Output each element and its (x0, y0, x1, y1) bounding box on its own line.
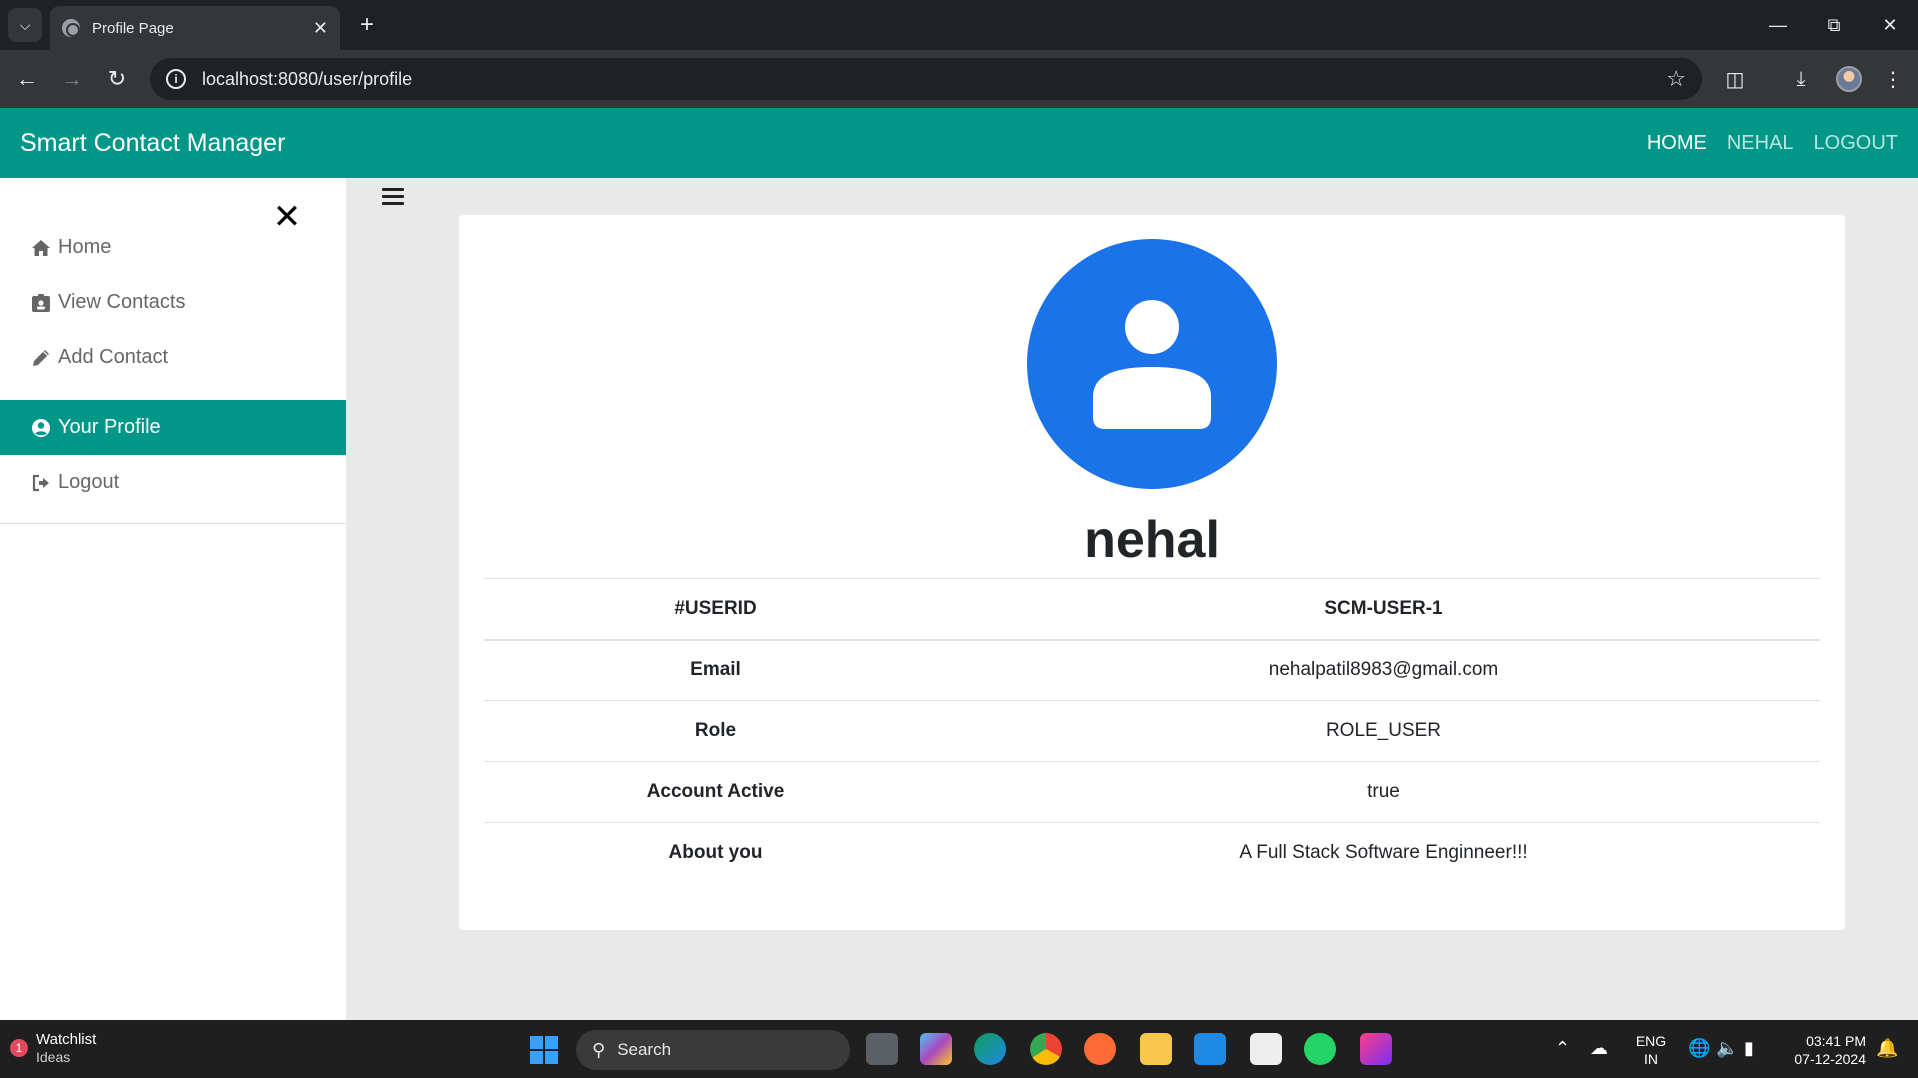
app-navbar: Smart Contact Manager HOME NEHAL LOGOUT (0, 108, 1918, 178)
bookmark-star-icon[interactable]: ☆ (1666, 66, 1686, 92)
network-icon[interactable]: 🌐 (1688, 1038, 1710, 1059)
table-row: Email nehalpatil8983@gmail.com (484, 639, 1820, 701)
sidebar-item-add-contact[interactable]: Add Contact (0, 330, 346, 385)
row-value-about: A Full Stack Software Enginneer!!! (947, 822, 1820, 884)
row-key-email: Email (484, 639, 947, 701)
address-bar[interactable]: i localhost:8080/user/profile ☆ (150, 58, 1702, 100)
postman-icon[interactable] (1084, 1033, 1116, 1065)
edge-icon[interactable] (974, 1033, 1006, 1065)
table-row: About you A Full Stack Software Enginnee… (484, 822, 1820, 884)
globe-icon (62, 19, 80, 37)
reload-icon[interactable]: ↻ (100, 62, 134, 96)
restore-icon[interactable]: ⧉ (1814, 8, 1854, 42)
row-key-account-active: Account Active (484, 761, 947, 823)
taskbar-search-label: Search (617, 1040, 672, 1059)
site-info-icon[interactable]: i (166, 69, 186, 89)
person-icon (1093, 300, 1211, 429)
language-top: ENG (1635, 1033, 1667, 1049)
pencil-icon (30, 347, 52, 369)
volume-icon[interactable]: 🔈 (1716, 1038, 1738, 1059)
store-icon[interactable] (1250, 1033, 1282, 1065)
chrome-icon[interactable] (1030, 1033, 1062, 1065)
browser-tab-bar: ⌵ Profile Page ✕ + — ⧉ ✕ (0, 0, 1918, 50)
tab-search-icon[interactable]: ⌵ (8, 8, 42, 42)
row-key-userid: #USERID (484, 578, 947, 641)
sidebar-item-view-contacts[interactable]: View Contacts (0, 275, 346, 330)
nav-links: HOME NEHAL LOGOUT (1647, 132, 1898, 155)
row-value-account-active: true (947, 761, 1820, 823)
sign-out-icon (30, 472, 52, 494)
intellij-icon[interactable] (1360, 1033, 1392, 1065)
sidebar-item-label: Home (58, 236, 112, 258)
profile-avatar-icon[interactable] (1836, 66, 1862, 92)
profile-picture (1027, 239, 1277, 489)
sidebar-item-label: Logout (58, 471, 120, 493)
row-value-email: nehalpatil8983@gmail.com (947, 639, 1820, 701)
whatsapp-icon[interactable] (1304, 1033, 1336, 1065)
profile-info-table: #USERID SCM-USER-1 Email nehalpatil8983@… (484, 578, 1820, 884)
tab-close-icon[interactable]: ✕ (313, 18, 328, 39)
row-value-userid: SCM-USER-1 (947, 578, 1820, 641)
sidebar-item-label: Add Contact (58, 346, 169, 368)
sidebar-item-label: View Contacts (58, 291, 186, 313)
sidebar-item-your-profile[interactable]: Your Profile (0, 400, 346, 455)
nav-link-home[interactable]: HOME (1647, 132, 1707, 155)
address-url[interactable]: localhost:8080/user/profile (202, 69, 1666, 90)
home-icon (30, 237, 52, 259)
sidebar-divider (0, 523, 346, 524)
sidebar: ✕ Home View Contacts Add Contact Your Pr… (0, 178, 346, 1020)
row-key-role: Role (484, 700, 947, 762)
task-view-icon[interactable] (866, 1033, 898, 1065)
file-explorer-icon[interactable] (1140, 1033, 1172, 1065)
windows-taskbar: 1 Watchlist Ideas ⚲ Search ⌃ ☁ ENG IN 🌐 … (0, 1020, 1918, 1078)
tab-title: Profile Page (92, 19, 174, 37)
id-card-icon (30, 292, 52, 314)
download-icon[interactable]: ⤓ (1784, 62, 1818, 96)
widget-title: Watchlist (36, 1031, 97, 1048)
row-key-about: About you (484, 822, 947, 884)
battery-icon[interactable]: ▮ (1744, 1038, 1754, 1059)
table-row: Role ROLE_USER (484, 700, 1820, 762)
row-value-role: ROLE_USER (947, 700, 1820, 762)
clock-time: 03:41 PM (1806, 1033, 1866, 1049)
clock-date: 07-12-2024 (1794, 1051, 1866, 1067)
copilot-icon[interactable] (920, 1033, 952, 1065)
extensions-icon[interactable]: ◫ (1718, 62, 1752, 96)
sidebar-item-home[interactable]: Home (0, 220, 346, 275)
nav-link-logout[interactable]: LOGOUT (1814, 132, 1898, 155)
profile-card: nehal #USERID SCM-USER-1 Email nehalpati… (459, 215, 1845, 930)
widgets-button[interactable]: 1 Watchlist Ideas (10, 1030, 96, 1065)
vscode-icon[interactable] (1194, 1033, 1226, 1065)
language-indicator[interactable]: ENG IN (1634, 1032, 1668, 1068)
language-bottom: IN (1644, 1051, 1658, 1067)
new-tab-icon[interactable]: + (352, 10, 382, 40)
brand-title[interactable]: Smart Contact Manager (20, 129, 1647, 158)
chevron-up-icon[interactable]: ⌃ (1555, 1038, 1570, 1059)
widget-badge: 1 (10, 1038, 28, 1057)
onedrive-icon[interactable]: ☁ (1590, 1038, 1608, 1059)
minimize-icon[interactable]: — (1758, 8, 1798, 42)
browser-tab[interactable]: Profile Page ✕ (50, 6, 340, 50)
profile-name: nehal (1084, 511, 1220, 569)
user-circle-icon (30, 417, 52, 439)
forward-icon[interactable]: → (55, 62, 89, 96)
search-icon: ⚲ (592, 1039, 606, 1060)
sidebar-item-label: Your Profile (58, 416, 161, 438)
browser-toolbar: ← → ↻ i localhost:8080/user/profile ☆ ◫ … (0, 50, 1918, 108)
hamburger-menu-icon[interactable] (382, 188, 404, 208)
table-row: #USERID SCM-USER-1 (484, 578, 1820, 641)
clock[interactable]: 03:41 PM 07-12-2024 (1786, 1032, 1866, 1068)
taskbar-search[interactable]: ⚲ Search (576, 1030, 850, 1070)
windows-start-icon[interactable] (530, 1036, 558, 1064)
back-icon[interactable]: ← (10, 62, 44, 96)
widget-subtitle: Ideas (36, 1049, 71, 1065)
window-close-icon[interactable]: ✕ (1870, 8, 1910, 42)
notification-bell-icon[interactable]: 🔔 (1876, 1038, 1898, 1059)
menu-kebab-icon[interactable]: ⋮ (1876, 62, 1910, 96)
sidebar-item-logout[interactable]: Logout (0, 455, 346, 510)
nav-link-user[interactable]: NEHAL (1727, 132, 1794, 155)
table-row: Account Active true (484, 761, 1820, 823)
